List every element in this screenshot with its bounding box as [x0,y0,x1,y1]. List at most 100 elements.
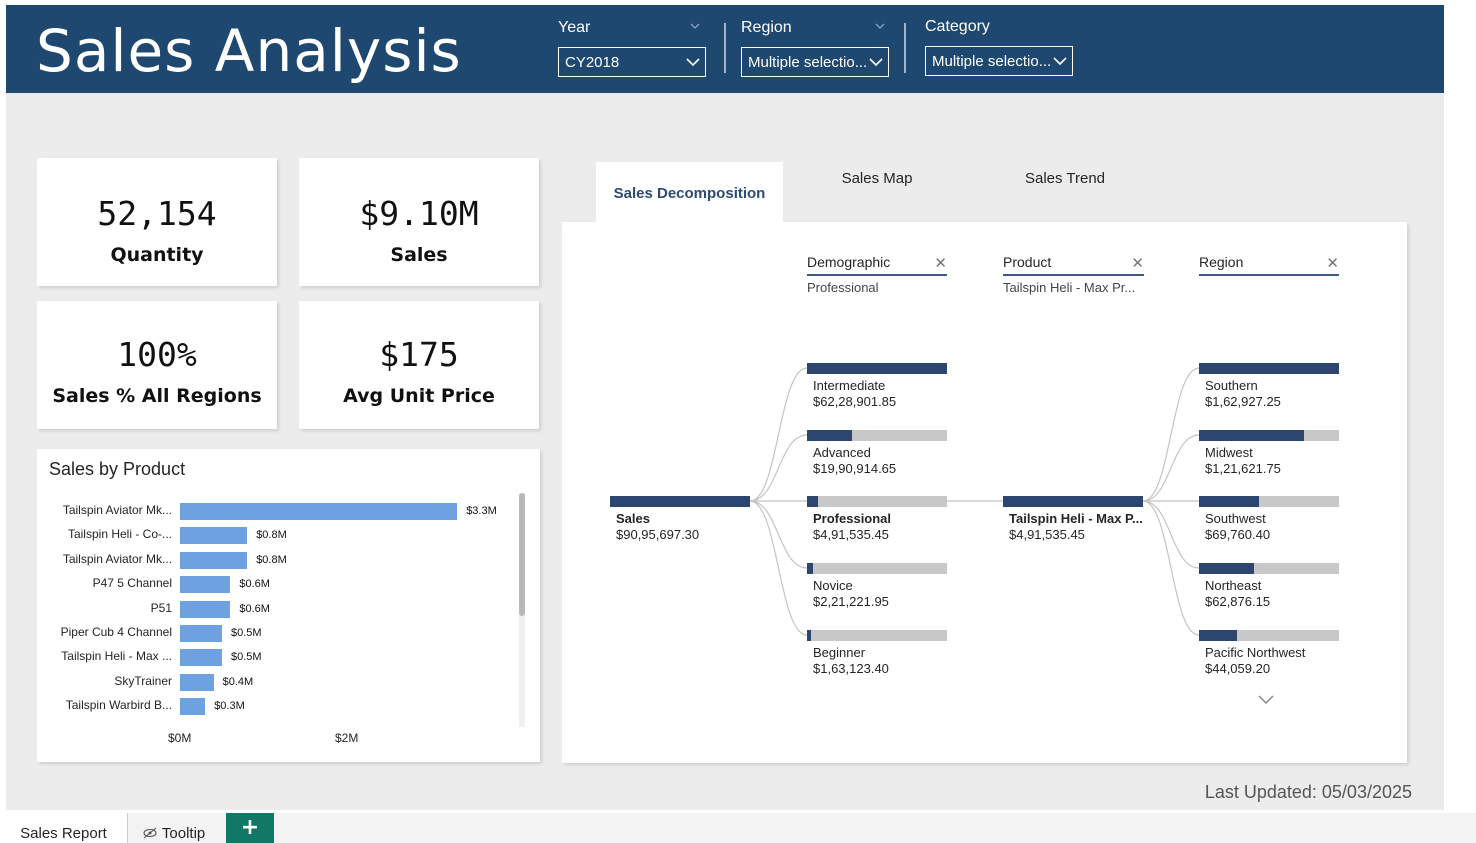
page-tab-sales-report[interactable]: Sales Report [0,813,128,843]
year-slicer-collapse-icon[interactable] [690,21,700,31]
bar-category-label: Tailspin Heli - Max ... [61,649,172,664]
node-name: Sales [616,511,650,526]
tree-connector [1142,500,1200,569]
header-banner: Sales Analysis Year CY2018 Region Multip… [6,5,1444,93]
node-bar-fill [1199,430,1304,441]
node-name: Professional [813,511,892,526]
bar-data-label: $0.5M [231,627,262,639]
node-name: Southwest [1205,511,1266,526]
tree-connector [749,367,808,502]
node-name: Northeast [1205,578,1262,593]
node-value: $2,21,221.95 [813,594,889,609]
node-value: $1,21,621.75 [1205,461,1281,476]
sales-by-product-panel[interactable]: Sales by Product Tailspin Aviator Mk... $… [37,449,540,762]
node-value: $62,876.15 [1205,594,1271,609]
bar-category-label: P47 5 Channel [92,576,172,591]
node-bar-track [807,563,947,574]
node-bar-track [807,496,947,507]
bar[interactable] [180,673,214,691]
category-slicer-label: Category [925,18,990,35]
tree-connectors [749,367,1200,636]
node-value: $4,91,535.45 [1009,527,1085,542]
node-value: $62,28,901.85 [813,394,897,409]
tree-connector [1142,500,1200,636]
category-dropdown-value: Multiple selectio... [932,53,1052,70]
x-tick-label: $0M [168,731,192,745]
tree-connector [749,500,808,636]
kpi-caption: Avg Unit Price [343,385,495,407]
hidden-eye-icon [143,827,157,839]
slicer-divider [724,23,726,73]
bar[interactable] [180,551,248,569]
kpi-value: 52,154 [97,194,217,233]
region-slicer-label: Region [741,19,792,36]
page-tab-label: Tooltip [161,825,206,842]
page-tab-label: Sales Report [20,825,107,842]
bar-category-label: P51 [150,600,172,615]
node-bar-fill [807,430,852,441]
category-dropdown[interactable]: Multiple selectio... [925,46,1073,76]
year-dropdown[interactable]: CY2018 [558,47,706,77]
bar[interactable] [180,698,206,716]
node-name: Tailspin Heli - Max P... [1009,511,1143,526]
bar[interactable] [180,527,248,545]
node-value: $90,95,697.30 [616,527,700,542]
bar-data-label: $0.8M [256,529,287,542]
node-bar-fill [1199,563,1254,574]
bar-category-label: Tailspin Aviator Mk... [62,551,172,566]
node-bar-fill [807,630,812,641]
decomposition-tree-panel[interactable]: Demographic ✕ Professional Product ✕ Tai… [562,222,1407,763]
region-slicer-collapse-icon[interactable] [875,21,885,31]
node-name: Advanced [813,445,871,460]
region-dropdown-value: Multiple selectio... [748,54,868,71]
add-page-button[interactable]: + [226,813,274,843]
bar-category-label: Tailspin Aviator Mk... [62,503,172,517]
kpi-value: $9.10M [359,194,479,233]
node-value: $19,90,914.65 [813,461,897,476]
report-canvas: Sales Analysis Year CY2018 Region Multip… [0,0,1476,843]
node-name: Southern [1205,378,1258,393]
region-dropdown[interactable]: Multiple selectio... [741,47,889,77]
bar[interactable] [180,576,231,594]
bar-category-label: Tailspin Heli - Co-... [67,527,172,542]
chart-title: Sales by Product [49,459,186,479]
kpi-card-avg-price[interactable]: $175 Avg Unit Price [299,301,539,429]
node-bar-fill [1199,496,1260,507]
kpi-card-sales-pct[interactable]: 100% Sales % All Regions [37,301,277,429]
chevron-down-icon [686,58,700,67]
page-tab-tooltip[interactable]: Tooltip [142,813,222,843]
bar[interactable] [180,649,222,667]
page-title: Sales Analysis [36,17,462,85]
tab-sales-decomposition[interactable]: Sales Decomposition [596,162,783,222]
kpi-card-quantity[interactable]: 52,154 Quantity [37,158,277,286]
x-tick-label: $2M [335,731,359,745]
kpi-caption: Sales % All Regions [52,385,262,407]
node-value: $69,760.40 [1205,527,1271,542]
chevron-down-icon [869,58,883,67]
tab-sales-trend[interactable]: Sales Trend [988,170,1142,196]
slicer-divider [904,23,906,73]
bar[interactable] [180,625,222,642]
scrollbar-thumb[interactable] [519,493,525,616]
node-name: Intermediate [813,378,886,393]
bar-data-label: $3.3M [466,505,497,517]
kpi-caption: Quantity [110,244,204,266]
kpi-value: 100% [117,335,197,374]
bar[interactable] [180,600,231,618]
tab-sales-map[interactable]: Sales Map [800,170,954,196]
node-name: Novice [813,578,853,593]
node-value: $1,62,927.25 [1205,394,1281,409]
node-bar-fill [807,563,813,574]
node-bar-fill [807,496,819,507]
bar-data-label: $0.5M [231,651,262,664]
node-value: $44,059.20 [1205,661,1271,676]
expand-more-icon[interactable] [1258,694,1274,706]
bar-category-label: Tailspin Warbird B... [65,698,172,713]
kpi-card-sales[interactable]: $9.10M Sales [299,158,539,286]
kpi-value: $175 [379,335,459,374]
node-value: $1,63,123.40 [813,661,889,676]
node-bar-fill [807,363,947,374]
bar[interactable] [180,503,458,520]
node-bar-track [807,630,947,641]
bar-data-label: $0.4M [222,675,254,688]
